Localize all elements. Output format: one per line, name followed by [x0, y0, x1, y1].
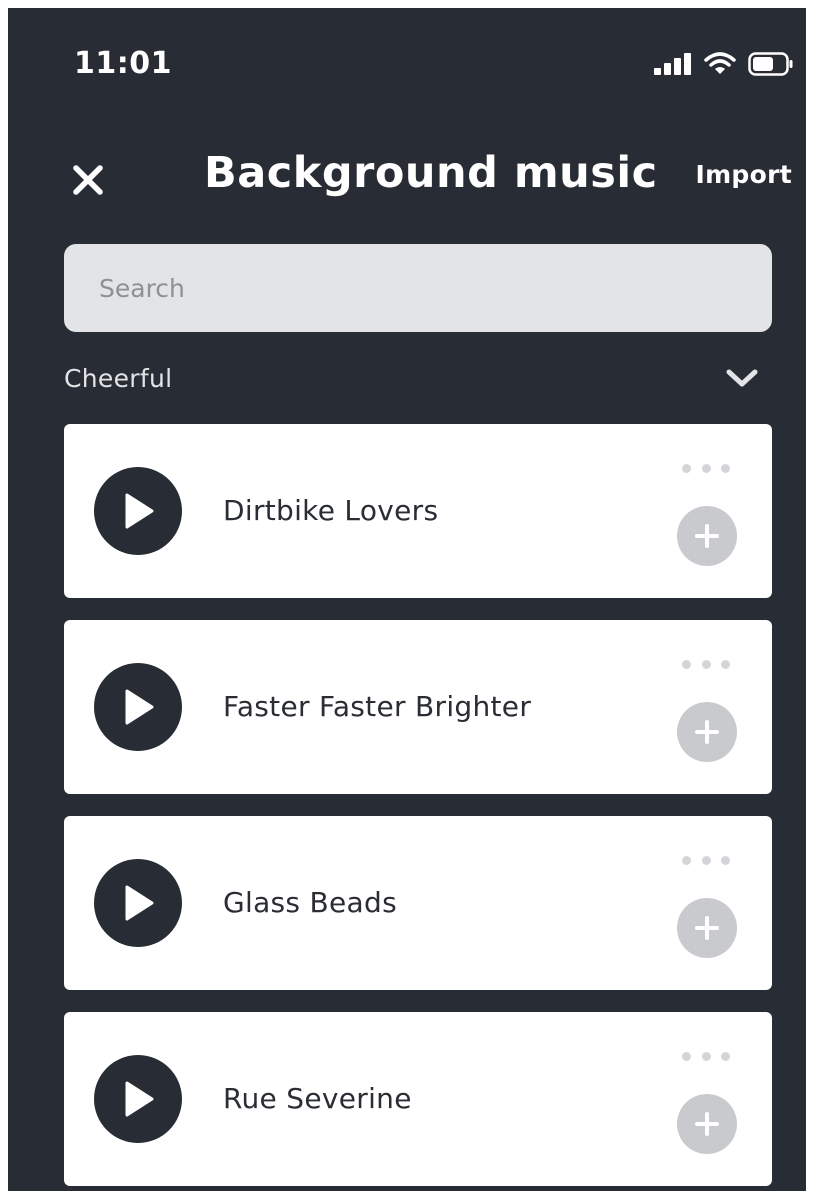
page-title: Background music [204, 148, 658, 198]
play-icon [125, 493, 154, 529]
plus-icon [695, 720, 719, 744]
add-track-button[interactable] [677, 898, 737, 958]
track-name: Rue Severine [223, 1082, 412, 1115]
play-button[interactable] [94, 467, 182, 555]
track-card: Dirtbike Lovers [64, 424, 772, 598]
track-card: Rue Severine [64, 1012, 772, 1186]
import-button[interactable]: Import [695, 160, 792, 189]
cellular-signal-icon [654, 53, 692, 75]
battery-icon [748, 52, 794, 76]
more-options-button[interactable] [682, 656, 730, 672]
plus-icon [695, 916, 719, 940]
more-options-button[interactable] [682, 460, 730, 476]
play-icon [125, 885, 154, 921]
more-options-button[interactable] [682, 852, 730, 868]
more-dots-icon [682, 659, 691, 669]
background-music-screen: 11:01 Background music Import Search Che… [0, 0, 814, 1191]
more-options-button[interactable] [682, 1048, 730, 1064]
track-card: Glass Beads [64, 816, 772, 990]
track-card: Faster Faster Brighter [64, 620, 772, 794]
add-track-button[interactable] [677, 506, 737, 566]
track-name: Faster Faster Brighter [223, 690, 532, 723]
more-dots-icon [682, 855, 691, 865]
track-list: Dirtbike Lovers Faster Faster Brighter G… [64, 424, 772, 1191]
wifi-icon [704, 52, 736, 76]
play-icon [125, 689, 154, 725]
plus-icon [695, 524, 719, 548]
search-input[interactable] [64, 244, 772, 332]
more-dots-icon [682, 1051, 691, 1061]
play-button[interactable] [94, 1055, 182, 1143]
add-track-button[interactable] [677, 702, 737, 762]
play-icon [125, 1081, 154, 1117]
add-track-button[interactable] [677, 1094, 737, 1154]
status-icons [654, 52, 794, 76]
chevron-down-icon [726, 369, 758, 387]
category-label: Cheerful [64, 364, 173, 393]
play-button[interactable] [94, 859, 182, 947]
category-toggle-button[interactable] [722, 360, 762, 396]
more-dots-icon [682, 463, 691, 473]
track-name: Glass Beads [223, 886, 397, 919]
plus-icon [695, 1112, 719, 1136]
close-icon [73, 165, 103, 195]
status-time: 11:01 [74, 46, 172, 81]
track-name: Dirtbike Lovers [223, 494, 439, 527]
close-button[interactable] [66, 158, 110, 202]
play-button[interactable] [94, 663, 182, 751]
